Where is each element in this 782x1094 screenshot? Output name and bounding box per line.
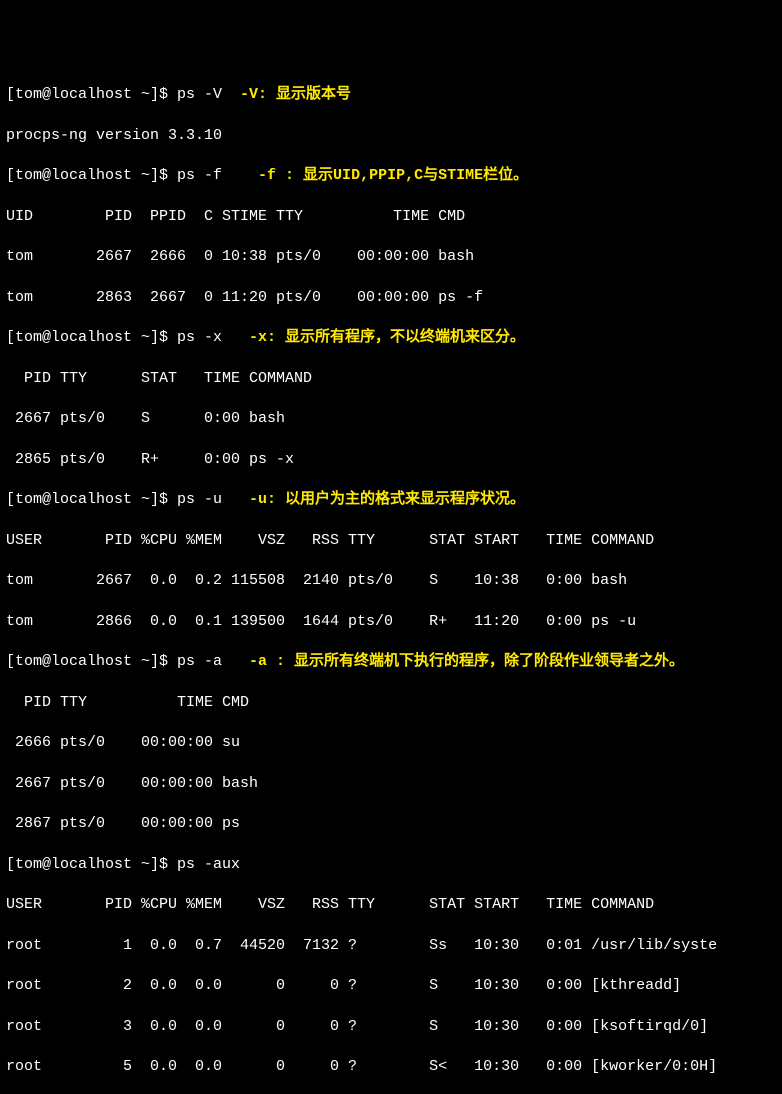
shell-prompt: [tom@localhost ~]$: [6, 167, 177, 184]
annotation-f: -f : 显示UID,PPIP,C与STIME栏位。: [222, 167, 528, 184]
annotation-x: -x: 显示所有程序，不以终端机来区分。: [222, 329, 525, 346]
ps-f-header: UID PID PPID C STIME TTY TIME CMD: [6, 207, 776, 227]
ps-f-row: tom 2667 2666 0 10:38 pts/0 00:00:00 bas…: [6, 247, 776, 267]
ps-aux-header: USER PID %CPU %MEM VSZ RSS TTY STAT STAR…: [6, 895, 776, 915]
ps-aux-row: root 3 0.0 0.0 0 0 ? S 10:30 0:00 [ksoft…: [6, 1017, 776, 1037]
shell-prompt: [tom@localhost ~]$: [6, 329, 177, 346]
annotation-u: -u: 以用户为主的格式来显示程序状况。: [222, 491, 525, 508]
ps-u-header: USER PID %CPU %MEM VSZ RSS TTY STAT STAR…: [6, 531, 776, 551]
ps-a-row: 2867 pts/0 00:00:00 ps: [6, 814, 776, 834]
prompt-line-ps-aux: [tom@localhost ~]$ ps -aux: [6, 855, 776, 875]
ps-a-row: 2666 pts/0 00:00:00 su: [6, 733, 776, 753]
ps-a-row: 2667 pts/0 00:00:00 bash: [6, 774, 776, 794]
annotation-v: -V: 显示版本号: [222, 86, 351, 103]
ps-u-row: tom 2866 0.0 0.1 139500 1644 pts/0 R+ 11…: [6, 612, 776, 632]
shell-prompt: [tom@localhost ~]$: [6, 653, 177, 670]
ps-aux-row: root 1 0.0 0.7 44520 7132 ? Ss 10:30 0:0…: [6, 936, 776, 956]
ps-aux-row: root 5 0.0 0.0 0 0 ? S< 10:30 0:00 [kwor…: [6, 1057, 776, 1077]
prompt-line-ps-f: [tom@localhost ~]$ ps -f -f : 显示UID,PPIP…: [6, 166, 776, 186]
command-text: ps -aux: [177, 856, 240, 873]
command-text: ps -V: [177, 86, 222, 103]
ps-x-row: 2667 pts/0 S 0:00 bash: [6, 409, 776, 429]
prompt-line-ps-u: [tom@localhost ~]$ ps -u -u: 以用户为主的格式来显示…: [6, 490, 776, 510]
ps-x-row: 2865 pts/0 R+ 0:00 ps -x: [6, 450, 776, 470]
annotation-a: -a : 显示所有终端机下执行的程序，除了阶段作业领导者之外。: [222, 653, 684, 670]
command-text: ps -x: [177, 329, 222, 346]
prompt-line-ps-v: [tom@localhost ~]$ ps -V -V: 显示版本号: [6, 85, 776, 105]
command-text: ps -a: [177, 653, 222, 670]
ps-aux-row: root 2 0.0 0.0 0 0 ? S 10:30 0:00 [kthre…: [6, 976, 776, 996]
prompt-line-ps-a: [tom@localhost ~]$ ps -a -a : 显示所有终端机下执行…: [6, 652, 776, 672]
ps-a-header: PID TTY TIME CMD: [6, 693, 776, 713]
output-version: procps-ng version 3.3.10: [6, 126, 776, 146]
prompt-line-ps-x: [tom@localhost ~]$ ps -x -x: 显示所有程序，不以终端…: [6, 328, 776, 348]
ps-u-row: tom 2667 0.0 0.2 115508 2140 pts/0 S 10:…: [6, 571, 776, 591]
command-text: ps -u: [177, 491, 222, 508]
shell-prompt: [tom@localhost ~]$: [6, 491, 177, 508]
command-text: ps -f: [177, 167, 222, 184]
shell-prompt: [tom@localhost ~]$: [6, 86, 177, 103]
ps-f-row: tom 2863 2667 0 11:20 pts/0 00:00:00 ps …: [6, 288, 776, 308]
ps-x-header: PID TTY STAT TIME COMMAND: [6, 369, 776, 389]
shell-prompt: [tom@localhost ~]$: [6, 856, 177, 873]
